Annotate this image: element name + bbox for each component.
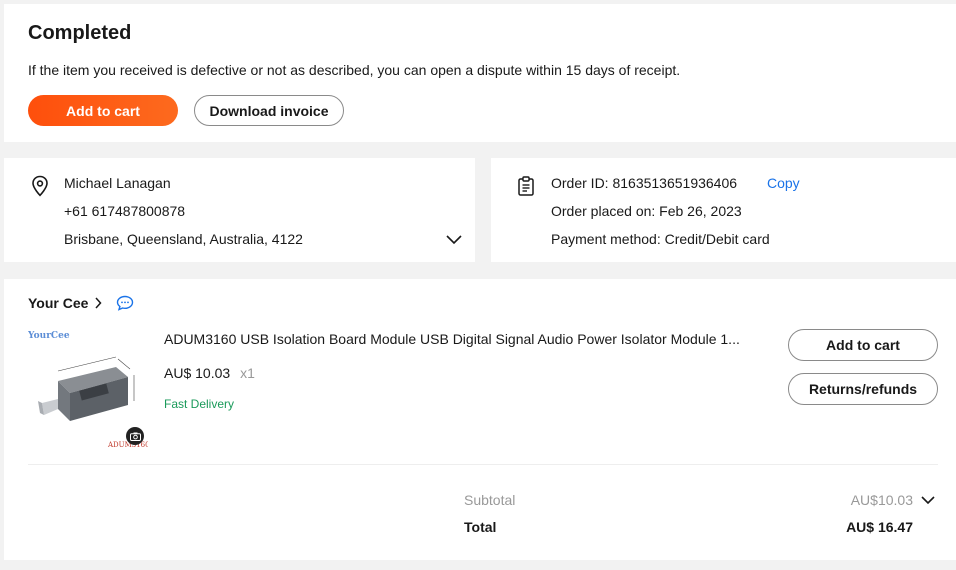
chevron-down-icon[interactable] bbox=[445, 234, 463, 246]
chevron-down-icon[interactable] bbox=[920, 495, 936, 505]
add-to-cart-button[interactable]: Add to cart bbox=[28, 95, 178, 126]
chat-icon[interactable] bbox=[116, 295, 134, 311]
order-placed-date: Order placed on: Feb 26, 2023 bbox=[551, 203, 742, 219]
returns-refunds-button[interactable]: Returns/refunds bbox=[788, 373, 938, 405]
camera-icon[interactable] bbox=[126, 427, 144, 445]
recipient-phone: +61 617487800878 bbox=[64, 203, 186, 219]
dispute-note: If the item you received is defective or… bbox=[28, 62, 681, 78]
product-image-brand: YourCee bbox=[28, 331, 70, 341]
subtotal-value: AU$10.03 bbox=[850, 492, 913, 508]
status-title: Completed bbox=[28, 22, 132, 44]
total-label: Total bbox=[464, 519, 497, 535]
fast-delivery-tag: Fast Delivery bbox=[164, 397, 235, 411]
shipping-address-card: Michael Lanagan +61 617487800878 Brisban… bbox=[4, 158, 475, 262]
download-invoice-button[interactable]: Download invoice bbox=[194, 95, 344, 126]
item-price: AU$ 10.03 bbox=[164, 365, 231, 381]
order-item-card: Your Cee YourCee ADUM3160 ADUM3160 USB I… bbox=[4, 279, 956, 560]
price-row: AU$ 10.03 x1 bbox=[164, 365, 255, 381]
location-pin-icon bbox=[32, 175, 48, 197]
store-header: Your Cee bbox=[28, 295, 134, 311]
item-add-to-cart-button[interactable]: Add to cart bbox=[788, 329, 938, 361]
chevron-right-icon[interactable] bbox=[94, 297, 102, 309]
subtotal-label: Subtotal bbox=[464, 492, 516, 508]
payment-method: Payment method: Credit/Debit card bbox=[551, 231, 770, 247]
copy-order-id-link[interactable]: Copy bbox=[767, 175, 800, 191]
product-title-link[interactable]: ADUM3160 USB Isolation Board Module USB … bbox=[164, 331, 764, 347]
order-info-card: Order ID: 8163513651936406 Copy Order pl… bbox=[491, 158, 956, 262]
store-name-link[interactable]: Your Cee bbox=[28, 295, 88, 311]
item-quantity: x1 bbox=[240, 365, 255, 381]
order-status-card: Completed If the item you received is de… bbox=[4, 4, 956, 142]
summary-divider bbox=[28, 464, 938, 465]
recipient-location: Brisbane, Queensland, Australia, 4122 bbox=[64, 231, 303, 247]
order-id: Order ID: 8163513651936406 bbox=[551, 175, 738, 191]
total-value: AU$ 16.47 bbox=[846, 519, 913, 535]
order-document-icon bbox=[518, 176, 534, 196]
recipient-name: Michael Lanagan bbox=[64, 175, 171, 191]
